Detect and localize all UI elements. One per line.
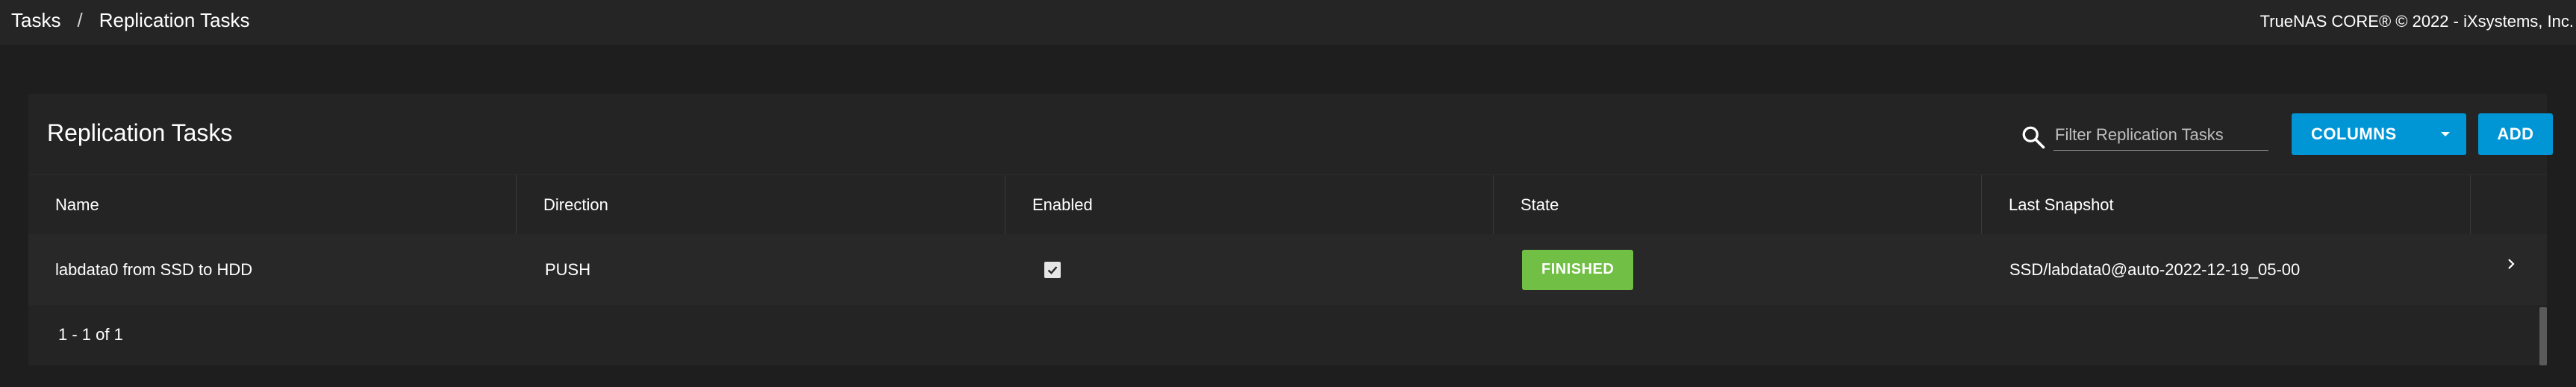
status-badge[interactable]: FINISHED [1522, 249, 1634, 290]
caret-down-icon[interactable] [2424, 113, 2466, 155]
cell-enabled [1044, 234, 1061, 305]
breadcrumb-separator: / [77, 9, 83, 31]
columns-button-label: COLUMNS [2311, 125, 2397, 143]
check-icon [1047, 265, 1058, 274]
add-button[interactable]: ADD [2478, 113, 2553, 155]
table-header: Name Direction Enabled State Last Snapsh… [28, 174, 2547, 235]
column-header-enabled[interactable]: Enabled [1005, 175, 1494, 235]
column-header-last-snapshot[interactable]: Last Snapshot [1982, 175, 2471, 235]
breadcrumb-tasks-link[interactable]: Tasks [11, 9, 60, 32]
card-title: Replication Tasks [47, 119, 233, 146]
chevron-right-icon[interactable] [2502, 255, 2520, 273]
cell-state: FINISHED [1522, 234, 1634, 305]
enabled-checkbox[interactable] [1044, 261, 1061, 278]
scrollbar[interactable] [2539, 307, 2547, 365]
replication-tasks-card: Replication Tasks COLUMNS ADD Name Direc… [28, 94, 2553, 365]
breadcrumb-current: Replication Tasks [99, 9, 250, 31]
copyright-text: TrueNAS CORE® © 2022 - iXsystems, Inc. [2260, 12, 2574, 31]
column-header-direction[interactable]: Direction [517, 175, 1005, 235]
filter-input[interactable] [2053, 119, 2268, 151]
cell-name: labdata0 from SSD to HDD [55, 259, 253, 279]
search-icon [2022, 126, 2045, 149]
pagination-text: 1 - 1 of 1 [58, 325, 123, 344]
table-row[interactable]: labdata0 from SSD to HDD PUSH FINISHED S… [28, 234, 2547, 305]
breadcrumb: Tasks / Replication Tasks [11, 9, 250, 32]
columns-button[interactable]: COLUMNS [2292, 113, 2466, 155]
column-header-state[interactable]: State [1494, 175, 1982, 235]
top-bar: Tasks / Replication Tasks TrueNAS CORE® … [0, 0, 2576, 45]
cell-direction: PUSH [545, 259, 591, 279]
cell-last-snapshot: SSD/labdata0@auto-2022-12-19_05-00 [2009, 259, 2301, 279]
column-header-name[interactable]: Name [28, 175, 517, 235]
